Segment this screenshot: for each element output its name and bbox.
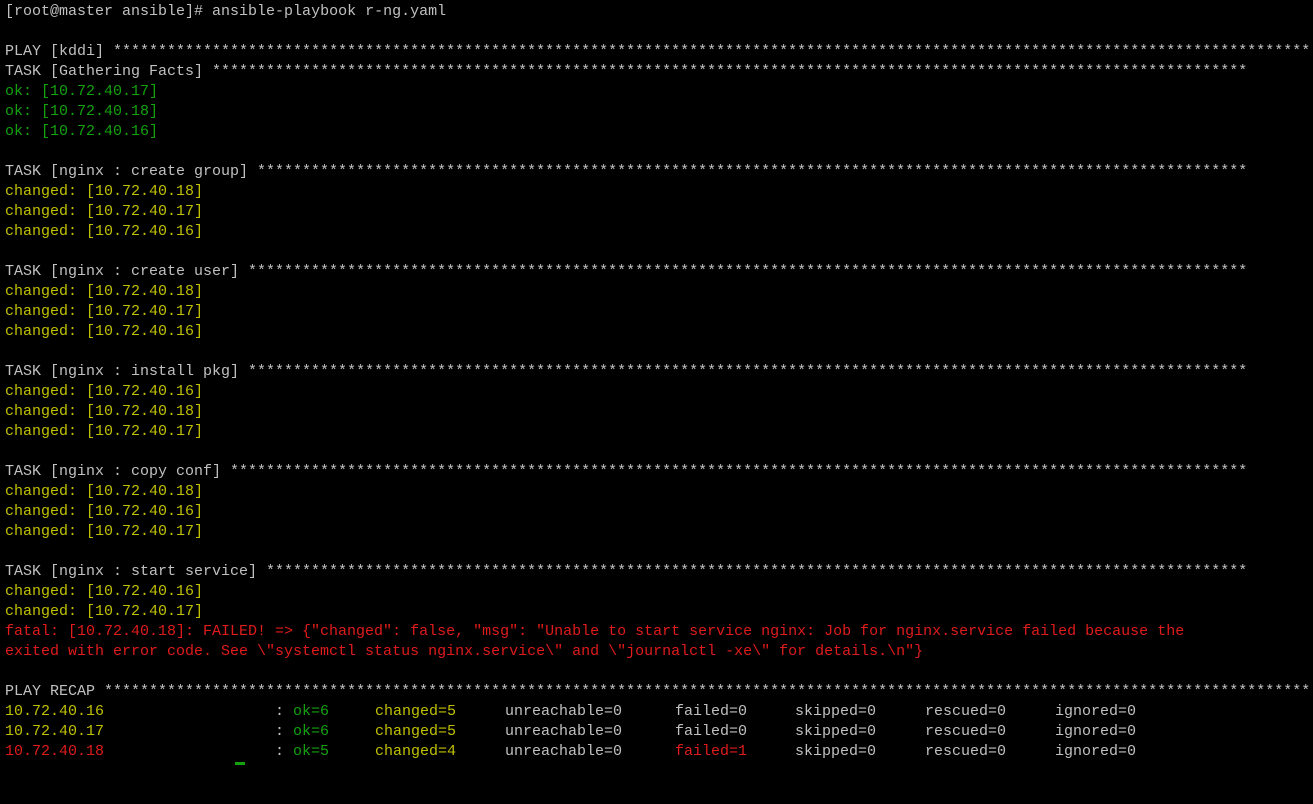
recap-ok: ok=6 (293, 703, 330, 720)
shell-prompt: [root@master ansible]# (5, 3, 213, 20)
play-title: PLAY [kddi] (5, 43, 114, 60)
recap-ignored: ignored=0 (1055, 723, 1137, 740)
recap-unreachable: unreachable=0 (505, 703, 623, 720)
task-result-line: ok: [10.72.40.16] (5, 123, 159, 140)
task-header: TASK [nginx : install pkg] *************… (5, 362, 1313, 382)
recap-colon: : (275, 703, 294, 720)
task-stars: ****************************************… (248, 263, 1248, 280)
task-result-line: changed: [10.72.40.16] (5, 323, 204, 340)
recap-rescued: rescued=0 (925, 723, 1007, 740)
task-header: TASK [nginx : create user] *************… (5, 262, 1313, 282)
recap-table: 10.72.40.16: ok=6 changed=5 unreachable=0 f… (5, 702, 1313, 762)
task-header: TASK [Gathering Facts] *****************… (5, 62, 1313, 82)
task-result-line: changed: [10.72.40.18] (5, 403, 204, 420)
task-result-line: ok: [10.72.40.18] (5, 103, 159, 120)
task-stars: ****************************************… (230, 463, 1248, 480)
task-header: TASK [nginx : copy conf] ***************… (5, 462, 1313, 482)
recap-stars: ****************************************… (104, 683, 1311, 700)
task-title: TASK [nginx : start service] (5, 563, 267, 580)
task-result-line: changed: [10.72.40.18] (5, 283, 204, 300)
recap-skipped: skipped=0 (795, 743, 877, 760)
recap-changed: changed=5 (375, 703, 457, 720)
recap-skipped: skipped=0 (795, 723, 877, 740)
task-output: TASK [Gathering Facts] *****************… (5, 62, 1313, 682)
task-title: TASK [Gathering Facts] (5, 63, 213, 80)
play-stars: ****************************************… (113, 43, 1311, 60)
task-result-line: changed: [10.72.40.16] (5, 503, 204, 520)
task-stars: ****************************************… (212, 63, 1248, 80)
task-stars: ****************************************… (248, 363, 1248, 380)
task-title: TASK [nginx : create group] (5, 163, 258, 180)
cursor-line (5, 762, 1313, 782)
task-result-line: exited with error code. See \"systemctl … (5, 643, 924, 660)
task-result-line: changed: [10.72.40.18] (5, 483, 204, 500)
recap-row: 10.72.40.16: ok=6 changed=5 unreachable=0 f… (5, 702, 1313, 722)
task-title: TASK [nginx : copy conf] (5, 463, 231, 480)
play-header: PLAY [kddi] ****************************… (5, 42, 1313, 62)
recap-title: PLAY RECAP (5, 683, 105, 700)
recap-colon: : (275, 723, 294, 740)
recap-failed: failed=1 (675, 743, 748, 760)
task-result-line: fatal: [10.72.40.18]: FAILED! => {"chang… (5, 623, 1185, 640)
task-stars: ****************************************… (266, 563, 1248, 580)
task-result-line: changed: [10.72.40.16] (5, 383, 204, 400)
task-result-line: changed: [10.72.40.17] (5, 203, 204, 220)
recap-rescued: rescued=0 (925, 743, 1007, 760)
recap-failed: failed=0 (675, 723, 748, 740)
recap-ignored: ignored=0 (1055, 743, 1137, 760)
task-header: TASK [nginx : create group] ************… (5, 162, 1313, 182)
task-result-line: changed: [10.72.40.16] (5, 223, 204, 240)
recap-changed: changed=5 (375, 723, 457, 740)
recap-header: PLAY RECAP *****************************… (5, 682, 1313, 702)
recap-changed: changed=4 (375, 743, 457, 760)
task-result-line: ok: [10.72.40.17] (5, 83, 159, 100)
recap-ok: ok=5 (293, 743, 330, 760)
recap-skipped: skipped=0 (795, 703, 877, 720)
recap-failed: failed=0 (675, 703, 748, 720)
recap-ok: ok=6 (293, 723, 330, 740)
task-result-line: changed: [10.72.40.17] (5, 423, 204, 440)
task-result-line: changed: [10.72.40.17] (5, 303, 204, 320)
command-line: [root@master ansible]# ansible-playbook … (5, 2, 1313, 22)
task-header: TASK [nginx : start service] ***********… (5, 562, 1313, 582)
recap-colon: : (275, 743, 294, 760)
task-result-line: changed: [10.72.40.17] (5, 523, 204, 540)
recap-host: 10.72.40.18 (5, 743, 105, 760)
recap-row: 10.72.40.17: ok=6 changed=5 unreachable=0 f… (5, 722, 1313, 742)
recap-ignored: ignored=0 (1055, 703, 1137, 720)
recap-row: 10.72.40.18: ok=5 changed=4 unreachable=0 f… (5, 742, 1313, 762)
task-result-line: changed: [10.72.40.17] (5, 603, 204, 620)
recap-unreachable: unreachable=0 (505, 723, 623, 740)
recap-host: 10.72.40.17 (5, 723, 105, 740)
task-stars: ****************************************… (257, 163, 1248, 180)
task-title: TASK [nginx : install pkg] (5, 363, 249, 380)
terminal-window[interactable]: [root@master ansible]# ansible-playbook … (0, 0, 1313, 804)
recap-host: 10.72.40.16 (5, 703, 105, 720)
recap-rescued: rescued=0 (925, 703, 1007, 720)
terminal-cursor (235, 762, 245, 765)
task-result-line: changed: [10.72.40.16] (5, 583, 204, 600)
command-text: ansible-playbook r-ng.yaml (212, 3, 447, 20)
task-title: TASK [nginx : create user] (5, 263, 249, 280)
recap-unreachable: unreachable=0 (505, 743, 623, 760)
task-result-line: changed: [10.72.40.18] (5, 183, 204, 200)
